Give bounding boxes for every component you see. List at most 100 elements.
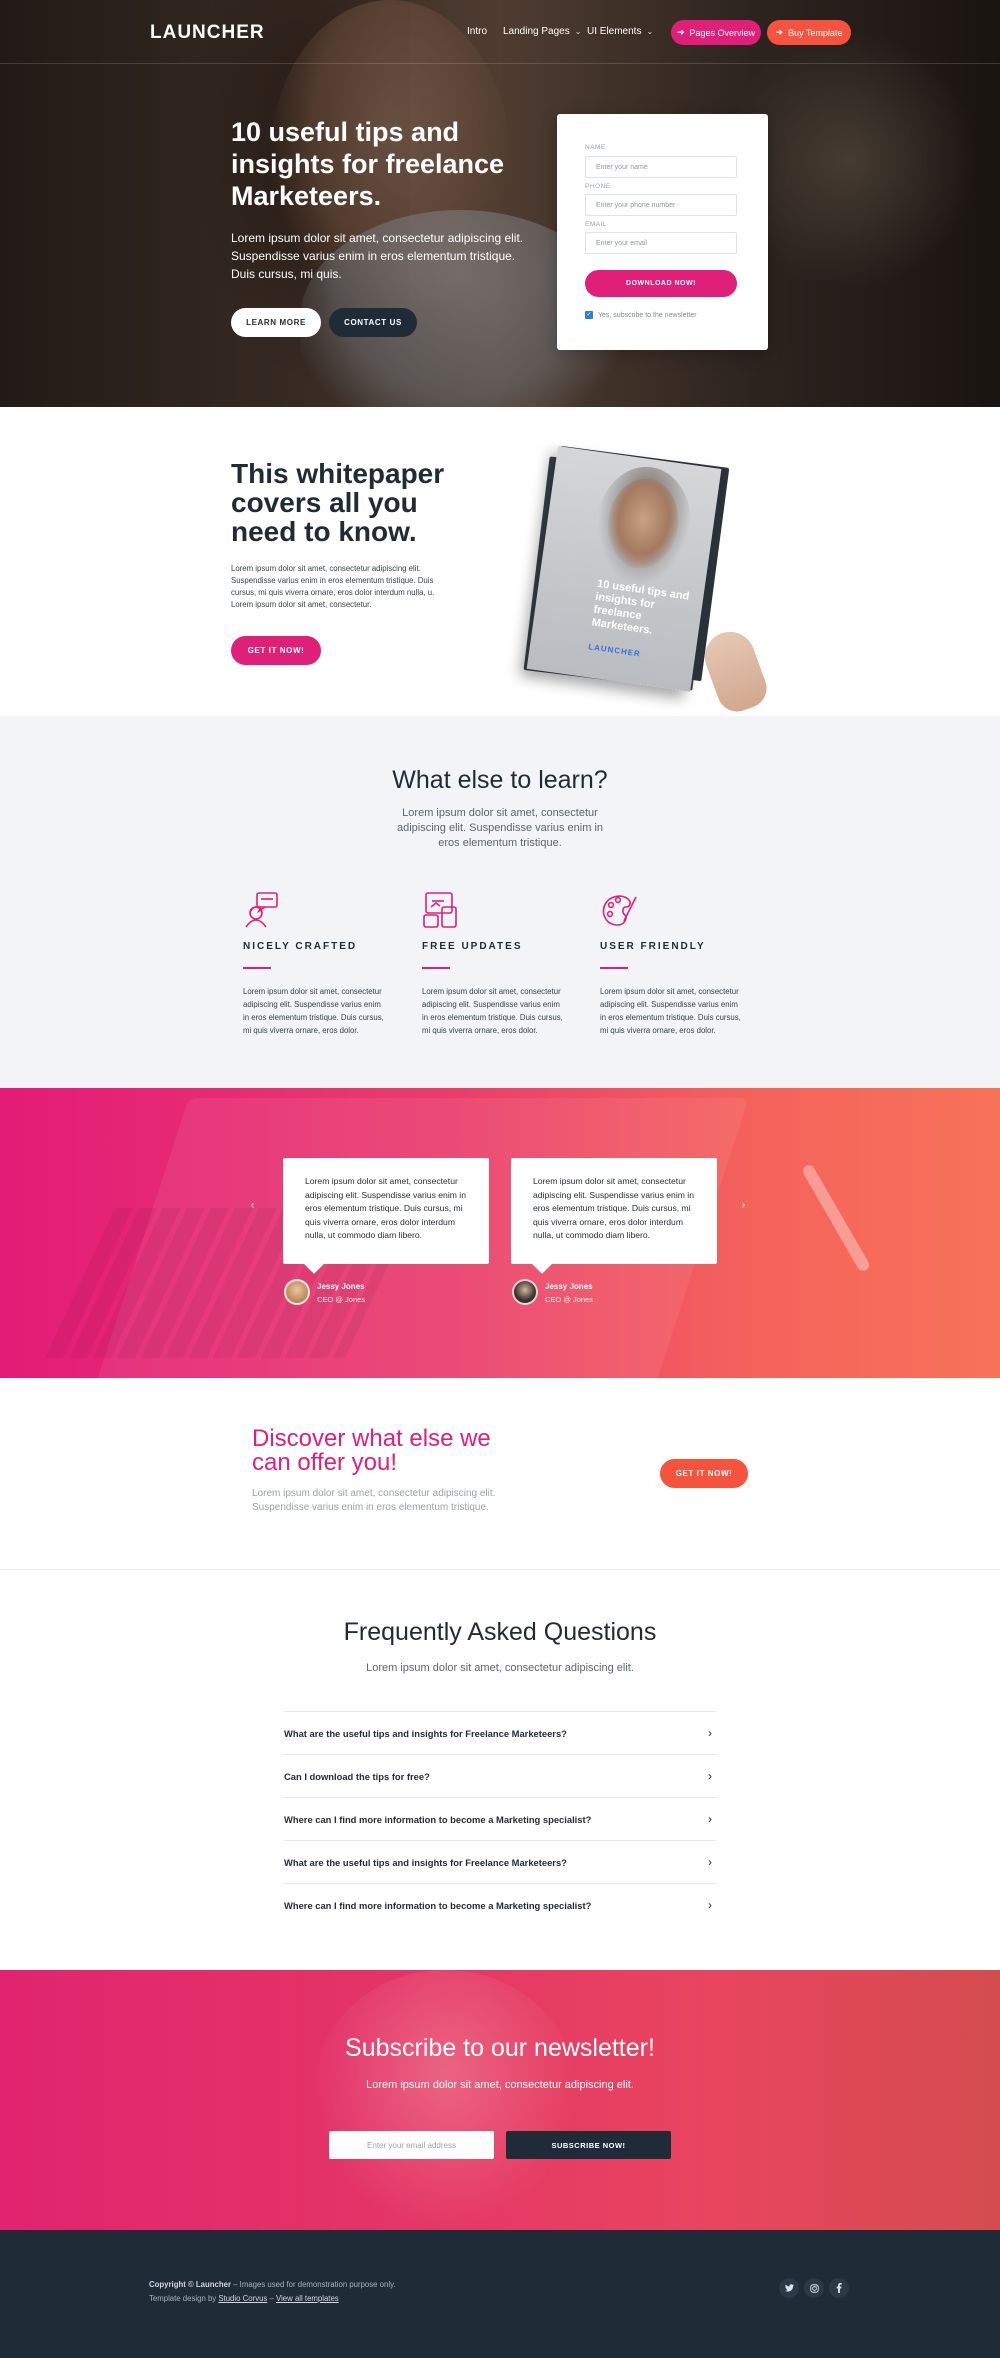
newsletter-checkbox-row[interactable]: ✓ Yes, subscribe to the newsletter xyxy=(585,311,697,319)
testimonial-card: Lorem ipsum dolor sit amet, consectetur … xyxy=(511,1158,717,1274)
discover-text: Lorem ipsum dolor sit amet, consectetur … xyxy=(252,1488,496,1513)
get-it-now-button[interactable]: GET IT NOW! xyxy=(231,636,321,665)
buy-template-button[interactable]: ➜ Buy Template xyxy=(767,20,851,45)
testimonial-role: CEO @ Jones xyxy=(545,1295,594,1304)
chevron-down-icon: ⌄ xyxy=(574,27,582,36)
faq-question: What are the useful tips and insights fo… xyxy=(284,1856,567,1868)
avatar xyxy=(512,1279,538,1305)
feature-text: Lorem ipsum dolor sit amet, consectetur … xyxy=(600,987,741,1035)
faq-item[interactable]: What are the useful tips and insights fo… xyxy=(284,1711,716,1754)
book-cover-brand: LAUNCHER xyxy=(587,642,642,659)
faq-item[interactable]: Can I download the tips for free? › xyxy=(284,1754,716,1797)
logo[interactable]: LAUNCHER xyxy=(150,22,265,44)
credits-separator: – xyxy=(267,2294,277,2303)
testimonials-section: ‹ › Lorem ipsum dolor sit amet, consecte… xyxy=(0,1088,1000,1378)
arrow-right-icon: ➜ xyxy=(676,27,685,37)
faq-item[interactable]: Where can I find more information to bec… xyxy=(284,1797,716,1840)
section-divider xyxy=(0,1569,1000,1570)
copyright-text: Copyright © Launcher xyxy=(149,2280,231,2289)
download-now-button[interactable]: DOWNLOAD NOW! xyxy=(585,270,737,297)
twitter-icon[interactable] xyxy=(779,2278,799,2298)
copyright-note: – Images used for demonstration purpose … xyxy=(231,2280,396,2289)
whitepaper-text: Lorem ipsum dolor sit amet, consectetur … xyxy=(231,564,435,609)
buy-template-label: Buy Template xyxy=(788,27,843,38)
palette-icon xyxy=(602,895,637,926)
faq-item[interactable]: What are the useful tips and insights fo… xyxy=(284,1840,716,1883)
subscribe-section xyxy=(0,1970,1000,2230)
feature-accent-bar xyxy=(243,967,271,969)
feature-title: USER FRIENDLY xyxy=(600,941,706,952)
checkbox-checked-icon[interactable]: ✓ xyxy=(585,311,593,319)
carousel-prev-icon[interactable]: ‹ xyxy=(250,1198,255,1212)
faq-subtitle: Lorem ipsum dolor sit amet, consectetur … xyxy=(366,1662,634,1674)
carousel-next-icon[interactable]: › xyxy=(741,1198,746,1212)
email-field[interactable]: Enter your email xyxy=(585,232,737,254)
whitepaper-title: This whitepaper covers all you need to k… xyxy=(231,458,445,547)
chevron-right-icon: › xyxy=(708,1812,712,1826)
chevron-right-icon: › xyxy=(708,1855,712,1869)
discover-get-it-now-button[interactable]: GET IT NOW! xyxy=(660,1459,748,1488)
email-label: EMAIL xyxy=(585,221,608,228)
arrow-right-icon: ➜ xyxy=(775,27,784,37)
whitepaper-book-image: 10 useful tips and insights for freelanc… xyxy=(520,436,773,718)
subscribe-title: Subscribe to our newsletter! xyxy=(345,2034,655,2062)
subscribe-text: Lorem ipsum dolor sit amet, consectetur … xyxy=(366,2079,634,2091)
feature-title: NICELY CRAFTED xyxy=(243,941,358,952)
testimonial-card: Lorem ipsum dolor sit amet, consectetur … xyxy=(283,1158,489,1274)
learn-more-button[interactable]: LEARN MORE xyxy=(231,308,321,337)
hero-title: 10 useful tips and insights for freelanc… xyxy=(231,117,505,211)
feature-title: FREE UPDATES xyxy=(422,941,523,952)
footer-copyright: Copyright © Launcher – Images used for d… xyxy=(149,2280,396,2289)
chevron-right-icon: › xyxy=(708,1769,712,1783)
background-photo xyxy=(310,1970,580,2230)
learn-subtitle: Lorem ipsum dolor sit amet, consectetur … xyxy=(396,807,604,849)
nav-item-ui-elements[interactable]: UI Elements ⌄ xyxy=(587,26,653,37)
faq-item[interactable]: Where can I find more information to bec… xyxy=(284,1883,716,1926)
chevron-down-icon: ⌄ xyxy=(646,27,654,36)
learn-title: What else to learn? xyxy=(392,766,608,794)
designer-link[interactable]: Studio Corvus xyxy=(218,2294,267,2303)
faq-question: Where can I find more information to bec… xyxy=(284,1813,592,1825)
nav-item-label: Intro xyxy=(467,26,488,37)
hand-holding-book xyxy=(697,624,773,718)
contact-us-button[interactable]: CONTACT US xyxy=(329,308,417,337)
name-field[interactable]: Enter your name xyxy=(585,156,737,178)
feature-text: Lorem ipsum dolor sit amet, consectetur … xyxy=(243,987,384,1035)
faq-question: Can I download the tips for free? xyxy=(284,1770,430,1782)
nav-item-landing-pages[interactable]: Landing Pages ⌄ xyxy=(503,26,581,37)
nav-item-label: Landing Pages xyxy=(503,26,570,37)
chevron-right-icon: › xyxy=(708,1898,712,1912)
book-cover: 10 useful tips and insights for freelanc… xyxy=(526,446,722,692)
testimonial-author: Jessy Jones xyxy=(317,1282,365,1291)
newsletter-label: Yes, subscribe to the newsletter xyxy=(598,311,697,319)
feature-accent-bar xyxy=(422,967,450,969)
pages-overview-label: Pages Overview xyxy=(689,27,756,38)
faq-title: Frequently Asked Questions xyxy=(343,1618,657,1646)
testimonial-quote: Lorem ipsum dolor sit amet, consectetur … xyxy=(533,1176,694,1240)
facebook-icon[interactable] xyxy=(829,2278,849,2298)
nav-divider xyxy=(0,63,1000,64)
testimonial-role: CEO @ Jones xyxy=(317,1295,366,1304)
support-agent-icon xyxy=(245,892,278,928)
nav-item-intro[interactable]: Intro xyxy=(467,26,487,37)
background-pen xyxy=(800,1163,872,1273)
faq-question: What are the useful tips and insights fo… xyxy=(284,1727,567,1739)
background-shade xyxy=(700,1970,1000,2230)
discover-title: Discover what else we can offer you! xyxy=(252,1425,491,1476)
faq-question: Where can I find more information to bec… xyxy=(284,1899,592,1911)
phone-label: PHONE xyxy=(585,183,611,190)
book-cover-title: 10 useful tips and insights for freelanc… xyxy=(590,577,691,637)
phone-field[interactable]: Enter your phone number xyxy=(585,194,737,216)
footer-credits: Template design by Studio Corvus – View … xyxy=(149,2294,339,2303)
subscribe-button[interactable]: SUBSCRIBE NOW! xyxy=(506,2131,671,2159)
name-label: NAME xyxy=(585,144,606,151)
chevron-right-icon: › xyxy=(708,1726,712,1740)
pages-overview-button[interactable]: ➜ Pages Overview xyxy=(671,20,761,45)
nav-item-label: UI Elements xyxy=(587,26,642,37)
feature-accent-bar xyxy=(600,967,628,969)
devices-icon xyxy=(423,892,457,928)
all-templates-link[interactable]: View all templates xyxy=(276,2294,339,2303)
newsletter-email-input[interactable]: Enter your email address xyxy=(329,2131,494,2159)
avatar xyxy=(284,1279,310,1305)
instagram-icon[interactable] xyxy=(804,2278,824,2298)
